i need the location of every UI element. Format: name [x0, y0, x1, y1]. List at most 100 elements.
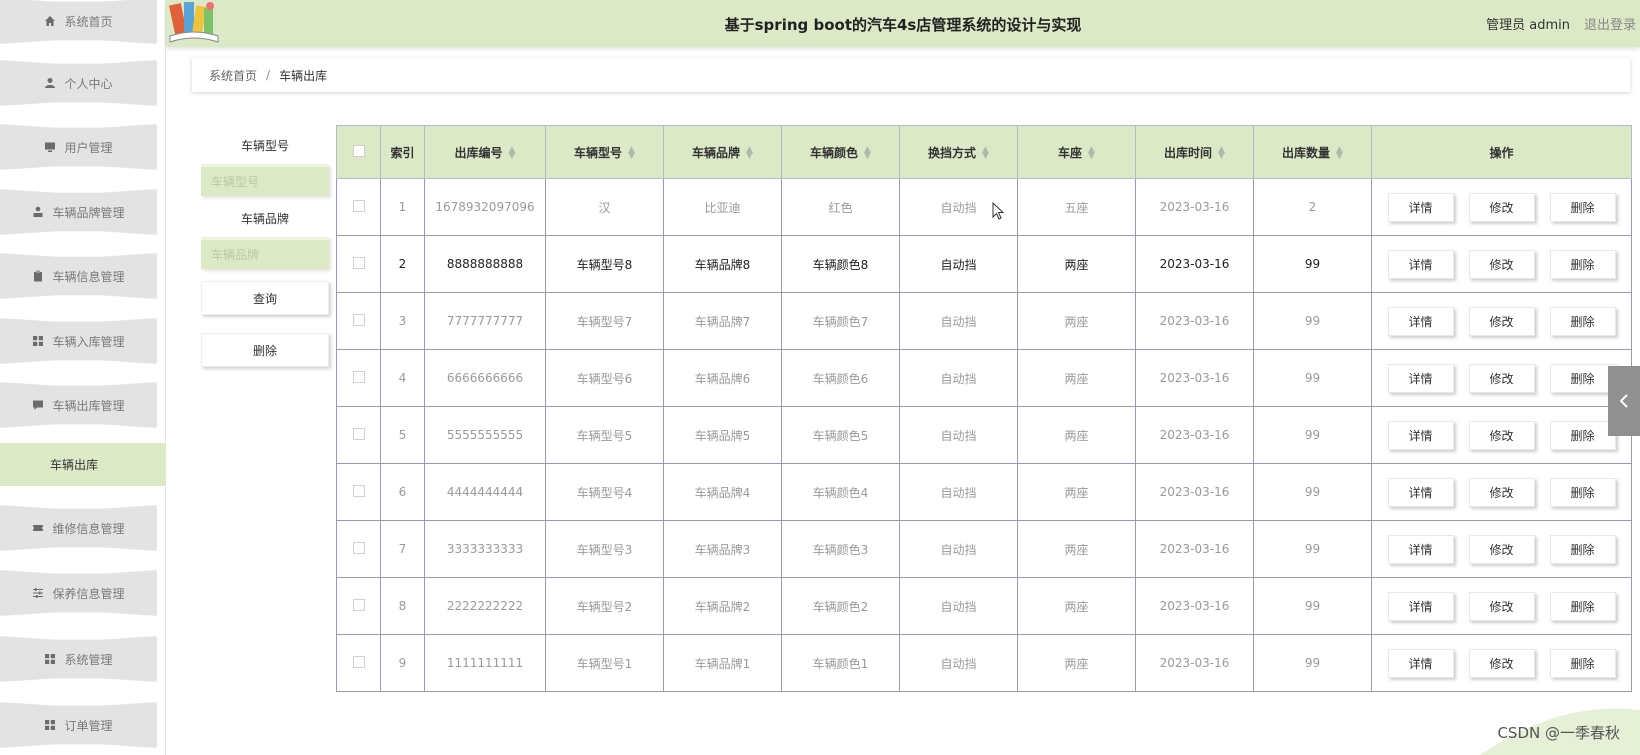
- row-checkbox[interactable]: [352, 370, 365, 383]
- select-all-checkbox[interactable]: [352, 144, 365, 157]
- delete-button[interactable]: 删除: [1549, 477, 1616, 507]
- detail-button[interactable]: 详情: [1387, 420, 1454, 450]
- sort-icon[interactable]: ▲ ▼: [982, 146, 989, 161]
- edit-button[interactable]: 修改: [1468, 591, 1535, 621]
- sort-icon[interactable]: ▲ ▼: [1336, 146, 1343, 161]
- row-checkbox[interactable]: [352, 484, 365, 497]
- edit-button[interactable]: 修改: [1468, 363, 1535, 393]
- ticket-icon: [32, 522, 44, 534]
- column-header[interactable]: 车辆型号 ▲ ▼: [545, 125, 664, 179]
- row-checkbox[interactable]: [352, 598, 365, 611]
- query-button[interactable]: 查询: [201, 281, 329, 315]
- column-header[interactable]: 出库数量 ▲ ▼: [1253, 125, 1372, 179]
- table-cell: 五座: [1017, 178, 1136, 236]
- sort-icon[interactable]: ▲ ▼: [746, 146, 753, 161]
- row-checkbox[interactable]: [352, 313, 365, 326]
- sidebar-item-profile[interactable]: 个人中心: [0, 60, 157, 106]
- sidebar-item-users[interactable]: 用户管理: [0, 124, 157, 170]
- column-header[interactable]: 车辆颜色 ▲ ▼: [781, 125, 900, 179]
- sidebar-item-maintenance[interactable]: 保养信息管理: [0, 570, 157, 616]
- table-cell: 车辆型号8: [545, 235, 664, 293]
- mouse-cursor-icon: [992, 202, 1004, 220]
- delete-button[interactable]: 删除: [1549, 648, 1616, 678]
- chat-icon: [32, 399, 44, 411]
- column-header: 操作: [1371, 125, 1632, 179]
- row-select-cell: [336, 406, 381, 464]
- sidebar-item-orders[interactable]: 订单管理: [0, 702, 157, 748]
- logout-link[interactable]: 退出登录: [1584, 14, 1636, 33]
- table-cell: 两座: [1017, 406, 1136, 464]
- sort-icon[interactable]: ▲ ▼: [1088, 146, 1095, 161]
- grid-icon: [32, 335, 44, 347]
- edit-button[interactable]: 修改: [1468, 648, 1535, 678]
- table-row: 1 1678932097096 汉比亚迪 红色 自动挡 五座 2023-03-16 2 详情 修改…: [336, 178, 1632, 236]
- sidebar-item-label: 维修信息管理: [52, 521, 125, 536]
- row-checkbox[interactable]: [352, 199, 365, 212]
- detail-button[interactable]: 详情: [1387, 648, 1454, 678]
- sort-icon[interactable]: ▲ ▼: [1218, 146, 1225, 161]
- delete-button[interactable]: 删除: [1549, 420, 1616, 450]
- row-checkbox[interactable]: [352, 427, 365, 440]
- column-header[interactable]: 换挡方式 ▲ ▼: [899, 125, 1018, 179]
- delete-button[interactable]: 删除: [1549, 591, 1616, 621]
- column-header[interactable]: 出库时间 ▲ ▼: [1135, 125, 1254, 179]
- sort-icon[interactable]: ▲ ▼: [509, 146, 516, 161]
- detail-button[interactable]: 详情: [1387, 306, 1454, 336]
- sidebar-subitem-vehicle-out[interactable]: 车辆出库: [0, 443, 166, 486]
- detail-button[interactable]: 详情: [1387, 249, 1454, 279]
- detail-button[interactable]: 详情: [1387, 363, 1454, 393]
- table-cell: 5555555555: [424, 406, 546, 464]
- row-checkbox[interactable]: [352, 256, 365, 269]
- sidebar-item-vehicle-in[interactable]: 车辆入库管理: [0, 318, 157, 364]
- edit-button[interactable]: 修改: [1468, 477, 1535, 507]
- sidebar-item-vehicle-out[interactable]: 车辆出库管理: [0, 382, 157, 428]
- detail-button[interactable]: 详情: [1387, 477, 1454, 507]
- sidebar-item-home[interactable]: 系统首页: [0, 0, 157, 44]
- actions-cell: 详情 修改 删除: [1371, 577, 1632, 635]
- table-cell: 2023-03-16: [1135, 577, 1254, 635]
- sort-icon[interactable]: ▲ ▼: [628, 146, 635, 161]
- delete-button[interactable]: 删除: [1549, 534, 1616, 564]
- detail-button[interactable]: 详情: [1387, 192, 1454, 222]
- table-cell: 99: [1253, 520, 1372, 578]
- table-cell: 车辆颜色3: [781, 520, 900, 578]
- select-all-header[interactable]: [336, 125, 381, 179]
- edit-button[interactable]: 修改: [1468, 306, 1535, 336]
- sidebar-item-brand[interactable]: 车辆品牌管理: [0, 189, 157, 235]
- sort-icon[interactable]: ▲ ▼: [864, 146, 871, 161]
- detail-button[interactable]: 详情: [1387, 591, 1454, 621]
- table-cell: 3333333333: [424, 520, 546, 578]
- breadcrumb-home[interactable]: 系统首页: [209, 67, 257, 84]
- column-header[interactable]: 出库编号 ▲ ▼: [424, 125, 546, 179]
- table-cell: 两座: [1017, 577, 1136, 635]
- batch-delete-button[interactable]: 删除: [201, 333, 329, 367]
- row-select-cell: [336, 235, 381, 293]
- brand-search-input[interactable]: [201, 237, 329, 269]
- user-icon: [44, 77, 56, 89]
- actions-cell: 详情 修改 删除: [1371, 292, 1632, 350]
- brand-label: 车辆品牌: [240, 212, 289, 226]
- table-row: 4 6666666666 车辆型号6 车辆品牌6 车辆颜色6 自动挡 两座 2023-03-1…: [336, 349, 1632, 407]
- delete-button[interactable]: 删除: [1549, 306, 1616, 336]
- column-header[interactable]: 车座 ▲ ▼: [1017, 125, 1136, 179]
- sidebar-item-repair[interactable]: 维修信息管理: [0, 505, 157, 551]
- detail-button[interactable]: 详情: [1387, 534, 1454, 564]
- row-checkbox[interactable]: [352, 655, 365, 668]
- table-cell: 自动挡: [899, 235, 1018, 293]
- row-checkbox[interactable]: [352, 541, 365, 554]
- sidebar-item-label: 车辆信息管理: [52, 269, 125, 284]
- column-header[interactable]: 车辆品牌 ▲ ▼: [663, 125, 782, 179]
- edit-button[interactable]: 修改: [1468, 249, 1535, 279]
- delete-button[interactable]: 删除: [1549, 192, 1616, 222]
- sidebar-item-vehicle-info[interactable]: 车辆信息管理: [0, 253, 157, 299]
- delete-button[interactable]: 删除: [1549, 249, 1616, 279]
- collapse-tab[interactable]: [1608, 366, 1640, 436]
- model-search-input[interactable]: [201, 164, 329, 196]
- edit-button[interactable]: 修改: [1468, 192, 1535, 222]
- delete-button[interactable]: 删除: [1549, 363, 1616, 393]
- edit-button[interactable]: 修改: [1468, 534, 1535, 564]
- table-cell: 汉: [545, 178, 664, 236]
- sidebar-item-system[interactable]: 系统管理: [0, 636, 157, 682]
- row-actions: 详情 修改 删除: [1372, 249, 1631, 279]
- edit-button[interactable]: 修改: [1468, 420, 1535, 450]
